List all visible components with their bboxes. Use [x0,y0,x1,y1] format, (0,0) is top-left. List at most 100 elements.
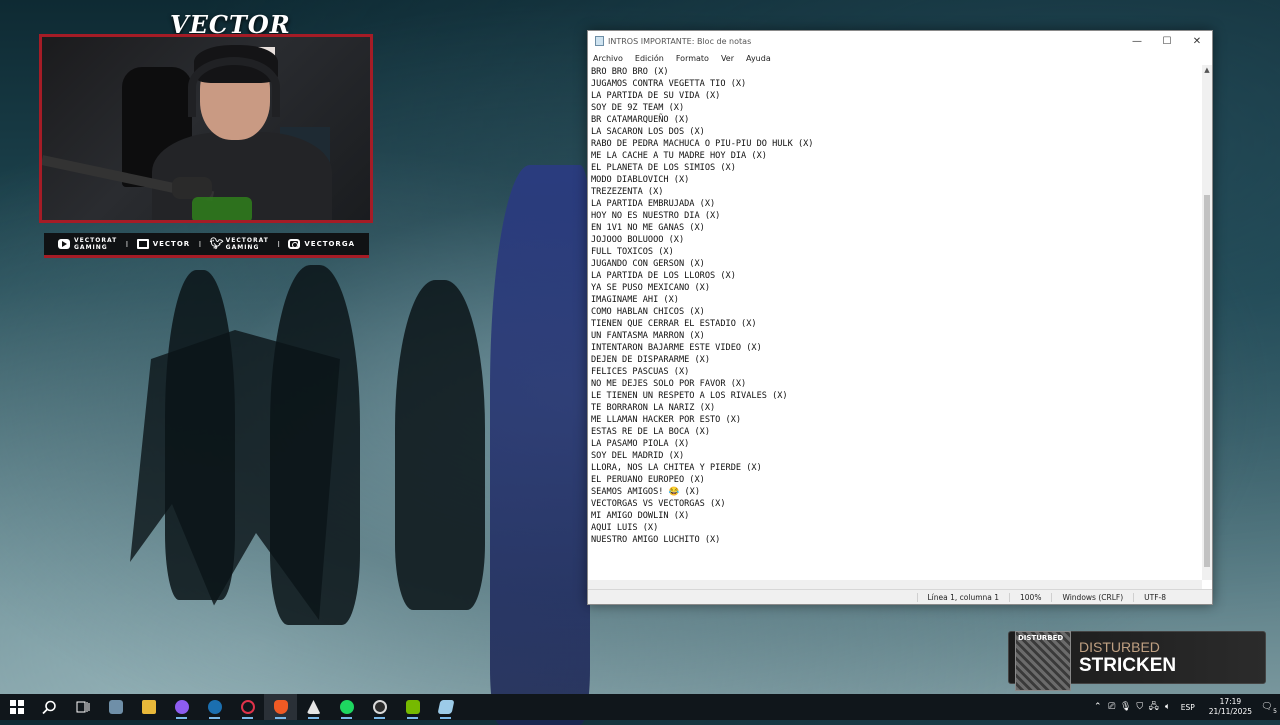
vertical-scrollbar[interactable]: ▲ [1202,65,1212,580]
text-line: YA SE PUSO MEXICANO (X) [591,283,710,293]
notification-icon[interactable]: 🗨︎ 5 [1260,702,1277,715]
taskbar-app-nvidia[interactable] [396,694,429,720]
task-view-button[interactable] [66,694,99,720]
notepad-icon [437,700,454,714]
scroll-up-arrow-icon[interactable]: ▲ [1202,65,1212,75]
task-view-icon [76,701,89,713]
clock[interactable]: 17:19 21/11/2025 [1209,697,1252,717]
notepad-icon [595,36,604,46]
taskbar-app-notepad[interactable] [429,694,462,720]
chevron-up-icon[interactable]: ⌃ [1091,702,1105,712]
social-twitter: 🐦︎ VECTORAT GAMING [210,237,269,251]
social-twitch: VECTOR [136,239,190,249]
taskbar: ⌃ ⎚ 🎙︎ ⛉ 🖧︎ 🔈︎ ESP 17:19 21/11/2025 🗨︎ 5 [0,694,1280,720]
maximize-button[interactable]: ☐ [1152,36,1182,47]
separator: I [277,239,280,249]
text-line: LA PASAMO PIOLA (X) [591,439,690,449]
text-line: NO ME DEJES SOLO POR FAVOR (X) [591,379,747,389]
menu-ver[interactable]: Ver [721,54,734,63]
text-line: LLORA, NOS LA CHITEA Y PIERDE (X) [591,463,762,473]
spotify-icon [339,700,354,714]
usb-icon[interactable]: ⎚ [1105,702,1119,712]
scrollbar-thumb[interactable] [1204,195,1210,567]
social-youtube-line2: GAMING [74,244,108,251]
minimize-button[interactable]: — [1122,36,1152,47]
menu-edicion[interactable]: Edición [635,54,664,63]
hooded-figure-1 [165,270,235,600]
line-ending: Windows (CRLF) [1051,592,1133,602]
taskbar-app-brave[interactable] [264,694,297,720]
twitter-icon: 🐦︎ [209,237,225,250]
social-youtube-line1: VECTORAT [74,237,118,244]
volume-icon[interactable]: 🔈︎ [1161,702,1175,712]
app-window-icon [108,700,123,714]
text-line: HOY NO ES NUESTRO DIA (X) [591,211,721,221]
taskbar-app-explorer[interactable] [132,694,165,720]
hooded-figure-3 [395,280,485,610]
clock-time: 17:19 [1219,697,1242,706]
hooded-figure-2 [270,265,360,625]
network-icon[interactable]: 🖧︎ [1147,699,1161,715]
text-line: LA PARTIDA DE SU VIDA (X) [591,91,721,101]
twitch-icon [136,239,149,249]
text-editor[interactable]: BRO BRO BRO (X) JUGAMOS CONTRA VEGETTA TI… [588,65,1202,580]
taskbar-app-obs[interactable] [363,694,396,720]
artist-name: DISTURBED [1079,638,1160,655]
album-art: DISTURBED [1015,630,1071,691]
text-line: SOY DE 9Z TEAM (X) [591,103,685,113]
text-line: ME LLAMAN HACKER POR ESTO (X) [591,415,742,425]
song-title: STRICKEN [1079,654,1177,676]
windows-logo-icon [9,700,24,714]
notepad-window[interactable]: INTROS IMPORTANTE: Bloc de notas — ☐ ✕ A… [587,30,1213,605]
taskbar-app-spotify[interactable] [330,694,363,720]
security-icon[interactable]: ⛉ [1133,702,1147,712]
menu-formato[interactable]: Formato [676,54,709,63]
steam-icon [207,700,222,714]
taskbar-app-a[interactable] [297,694,330,720]
social-instagram-label: VECTORGA [304,240,355,248]
text-line: EL PERUANO EUROPEO (X) [591,475,705,485]
text-line: UN FANTASMA MARRON (X) [591,331,705,341]
text-line: JOJOOO BOLUOOO (X) [591,235,685,245]
text-line: JUGAMOS CONTRA VEGETTA TIO (X) [591,79,747,89]
text-line: SOY DEL MADRID (X) [591,451,685,461]
text-line: MODO DIABLOVICH (X) [591,175,690,185]
language-indicator[interactable]: ESP [1181,703,1195,712]
album-art-text: DISTURBED [1018,633,1064,642]
menu-ayuda[interactable]: Ayuda [746,54,771,63]
window-title: INTROS IMPORTANTE: Bloc de notas [608,36,752,46]
text-line: COMO HABLAN CHICOS (X) [591,307,705,317]
social-links-bar: VECTORAT GAMING I VECTOR I 🐦︎ VECTORAT GAM… [44,233,369,258]
taskbar-app-opera[interactable] [231,694,264,720]
separator: I [198,239,202,249]
close-button[interactable]: ✕ [1182,36,1212,47]
menu-archivo[interactable]: Archivo [593,54,623,63]
cursor-position: Línea 1, columna 1 [916,592,1010,602]
start-button[interactable] [0,694,33,720]
encoding: UTF-8 [1133,592,1212,602]
clock-date: 21/11/2025 [1208,707,1252,716]
now-playing-widget: DISTURBED DISTURBED STRICKEN [1008,630,1266,691]
text-line: RABO DE PEDRA MACHUCA O PIU-PIU DO HULK … [591,139,814,149]
search-button[interactable] [33,694,66,720]
blue-robed-figure [490,165,590,725]
text-line: EL PLANETA DE LOS SIMIOS (X) [591,163,736,173]
microphone-icon[interactable]: 🎙︎ [1119,702,1133,712]
social-twitter-line1: VECTORAT [225,237,269,244]
text-line: TREZEZENTA (X) [591,187,664,197]
text-line: ESTAS RE DE LA BOCA (X) [591,427,710,437]
taskbar-app-steam[interactable] [198,694,231,720]
search-icon [42,700,56,714]
title-bar[interactable]: INTROS IMPORTANTE: Bloc de notas — ☐ ✕ [588,31,1212,51]
track-info: DISTURBED STRICKEN [1079,639,1176,677]
text-line: TIENEN QUE CERRAR EL ESTADIO (X) [591,319,757,329]
desk-item [192,197,252,220]
menu-bar: Archivo Edición Formato Ver Ayuda [588,51,1212,66]
taskbar-app-generic[interactable] [99,694,132,720]
text-line: SEAMOS AMIGOS! 😂 (X) [591,487,701,497]
discord-icon [174,700,189,714]
obs-icon [372,700,387,714]
text-line: MI AMIGO DOWLIN (X) [591,511,690,521]
taskbar-app-discord[interactable] [165,694,198,720]
text-line: TE BORRARON LA NARIZ (X) [591,403,716,413]
